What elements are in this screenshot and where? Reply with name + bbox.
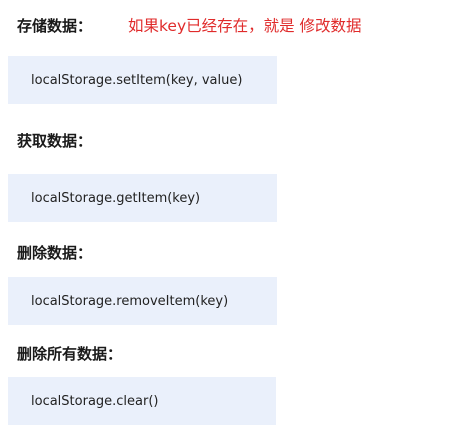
code-clear: localStorage.clear() <box>31 393 159 409</box>
code-block-remove-item: localStorage.removeItem(key) <box>8 277 277 325</box>
get-data-heading: 获取数据： <box>17 132 93 150</box>
code-set-item: localStorage.setItem(key, value) <box>31 72 243 88</box>
code-block-set-item: localStorage.setItem(key, value) <box>8 56 277 104</box>
code-block-get-item: localStorage.getItem(key) <box>8 174 277 222</box>
clear-all-data-heading: 删除所有数据： <box>17 345 123 363</box>
code-get-item: localStorage.getItem(key) <box>31 190 201 206</box>
modify-note: 如果key已经存在，就是 修改数据 <box>128 17 362 35</box>
store-data-heading: 存储数据： <box>17 17 93 35</box>
code-remove-item: localStorage.removeItem(key) <box>31 293 229 309</box>
remove-data-heading: 删除数据： <box>17 244 93 262</box>
code-block-clear: localStorage.clear() <box>8 377 276 425</box>
